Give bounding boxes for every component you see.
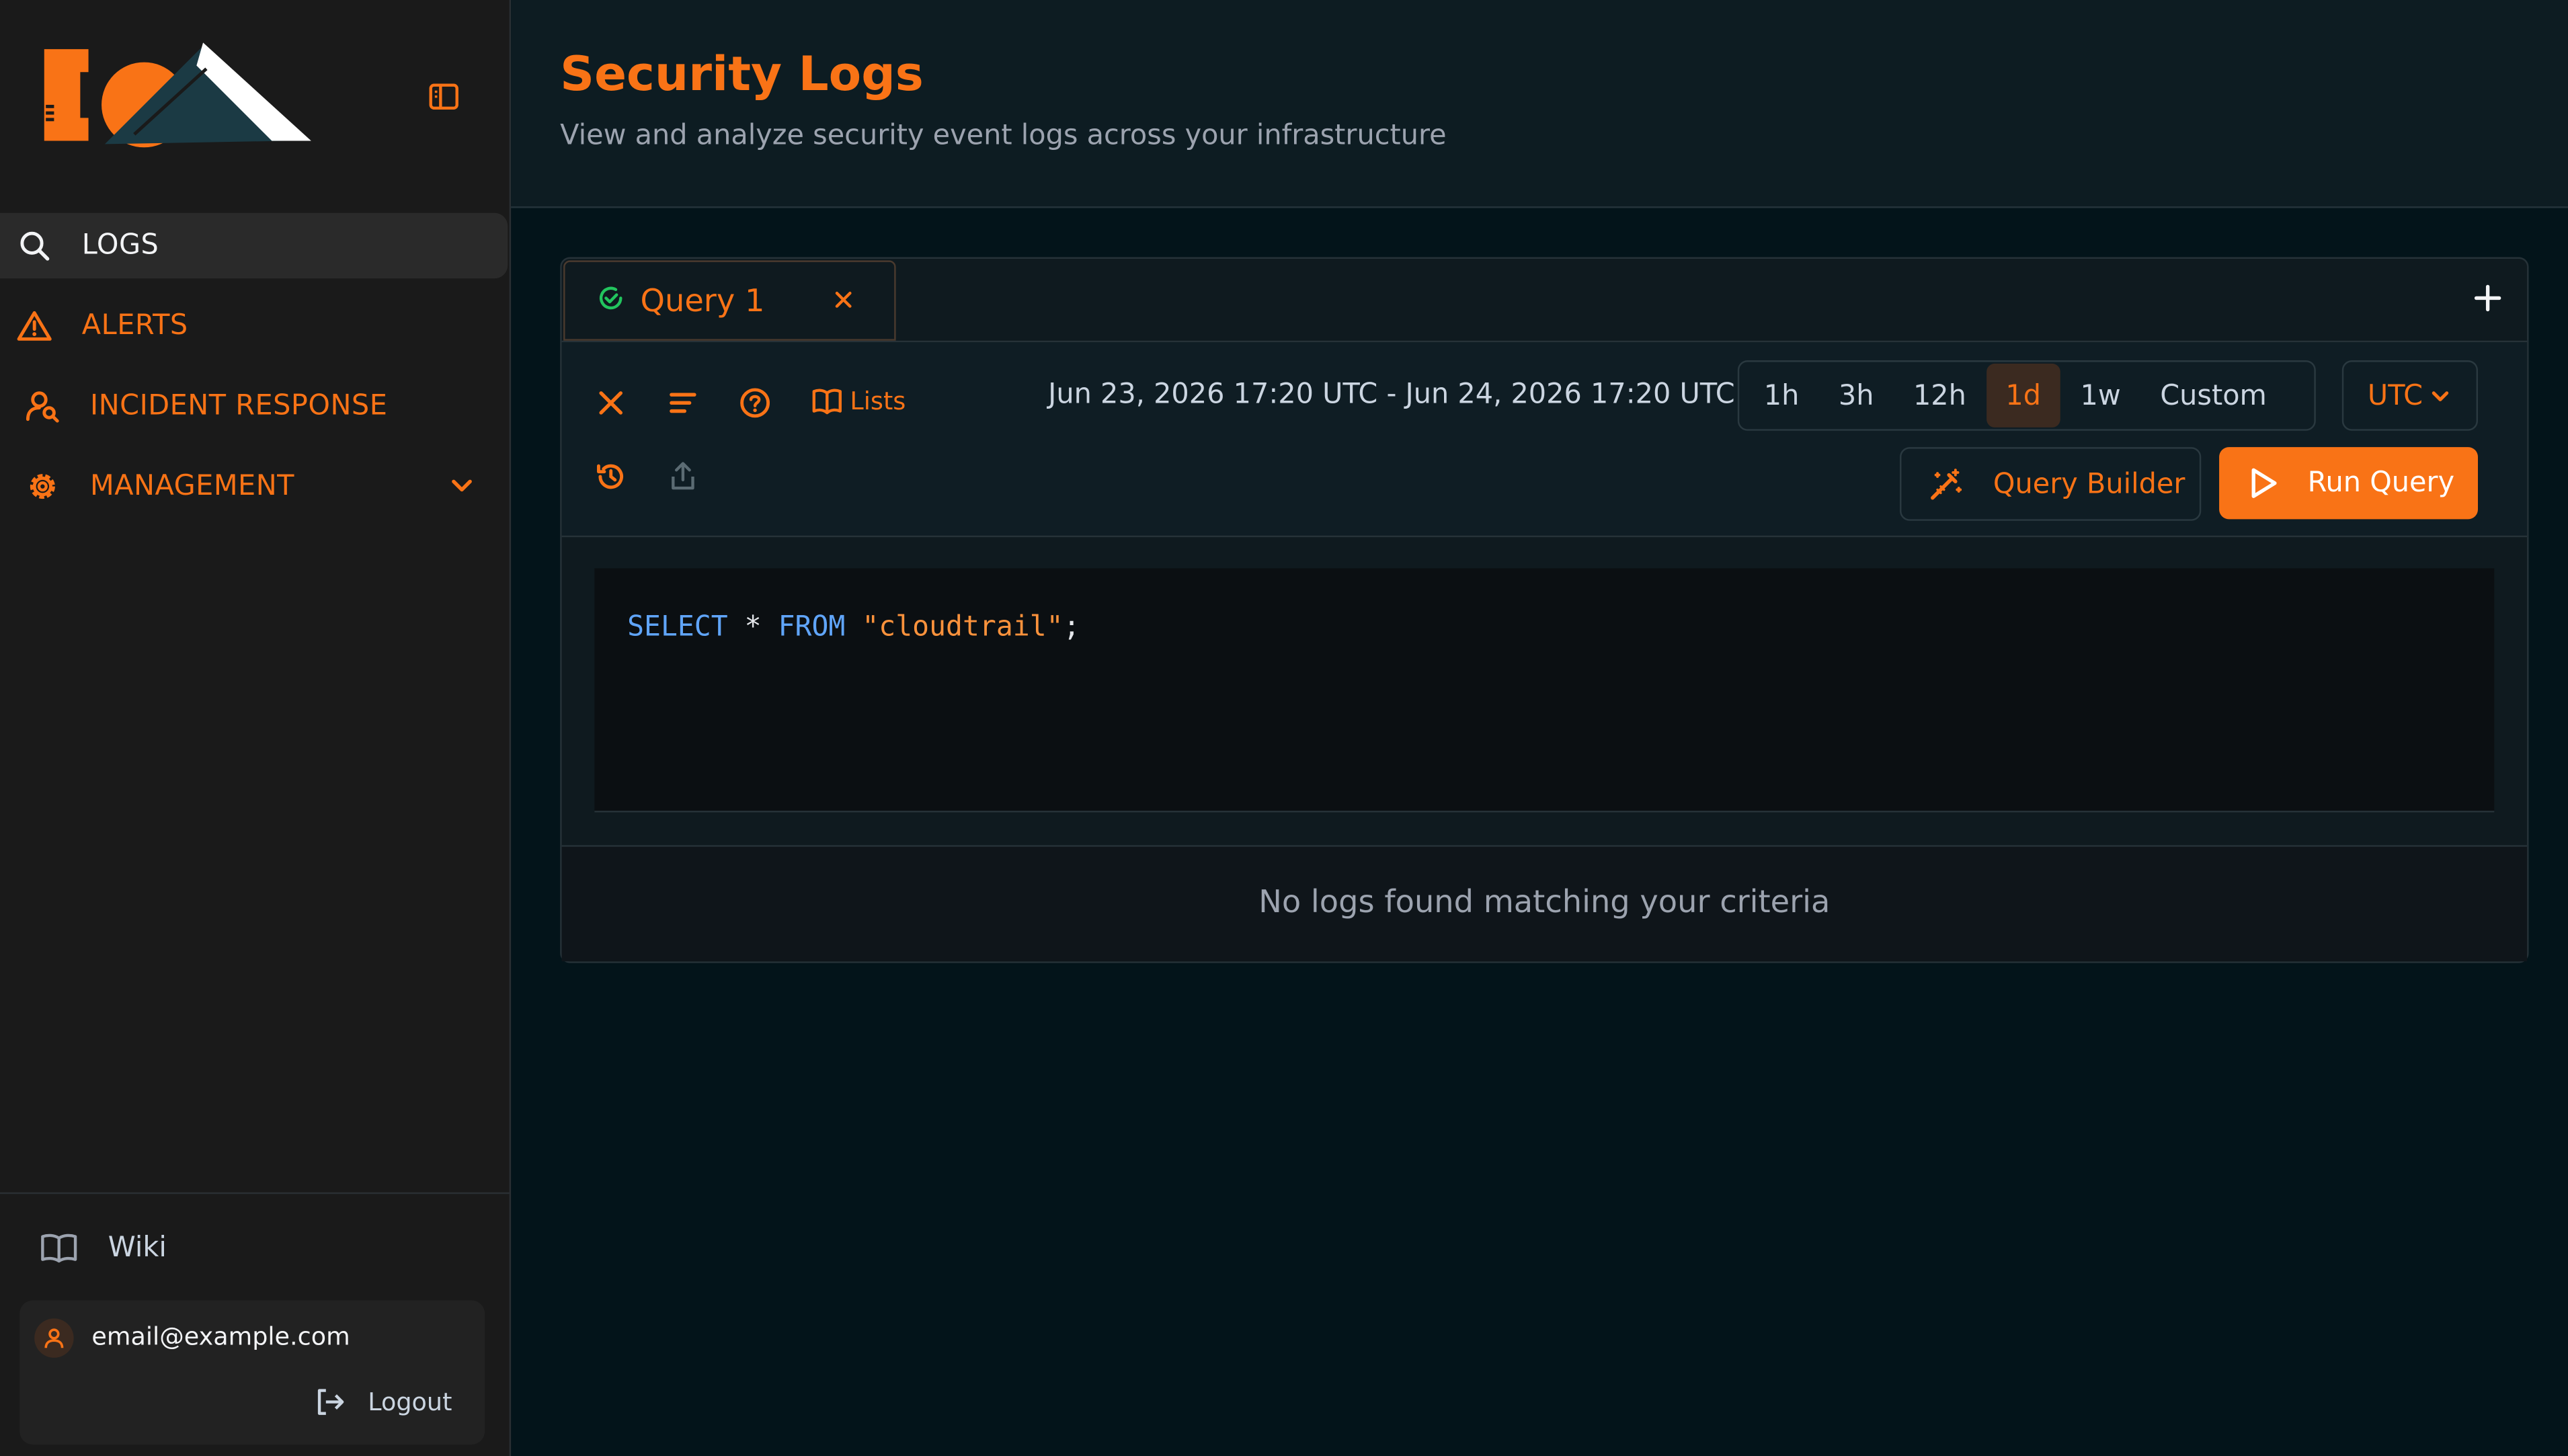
sql-keyword: FROM <box>778 610 846 644</box>
share-icon <box>672 462 694 490</box>
range-1h-button[interactable]: 1h <box>1744 364 1819 428</box>
help-button[interactable] <box>737 385 773 421</box>
book-open-icon <box>39 1230 78 1266</box>
share-button[interactable] <box>665 458 701 495</box>
timezone-value: UTC <box>2367 379 2423 412</box>
sidebar-item-management[interactable]: MANAGEMENT <box>0 454 510 519</box>
sidebar-item-label: MANAGEMENT <box>89 470 294 503</box>
sidebar-item-incident-response[interactable]: INCIDENT RESPONSE <box>0 374 510 439</box>
sidebar-nav: LOGS ALERTS INCIDENT RESPONSE MANAGEMENT <box>0 212 510 534</box>
query-editor[interactable]: SELECT * FROM "cloudtrail"; <box>594 568 2495 813</box>
chevron-down-icon[interactable] <box>444 469 480 505</box>
sidebar-footer: Wiki email@example.com Logout <box>0 1192 510 1445</box>
page-title: Security Logs <box>560 46 924 102</box>
tab-query-1[interactable]: Query 1 <box>563 260 896 341</box>
sidebar-item-logs[interactable]: LOGS <box>0 212 508 279</box>
query-toolbar: Lists Jun 23, 2026 17:20 UTC - Jun 24, 2… <box>561 342 2528 538</box>
history-button[interactable] <box>593 458 629 495</box>
book-open-icon <box>812 389 842 415</box>
close-icon[interactable] <box>829 285 858 315</box>
sql-string: "cloudtrail" <box>862 610 1064 644</box>
chevron-down-icon <box>2432 391 2449 401</box>
history-icon <box>597 464 623 489</box>
format-query-button[interactable] <box>665 385 701 421</box>
user-search-icon <box>25 388 61 424</box>
align-left-icon <box>670 393 696 413</box>
timezone-select[interactable]: UTC <box>2341 360 2479 431</box>
query-tabbar: Query 1 <box>561 259 2528 343</box>
query-builder-label: Query Builder <box>1993 467 2185 501</box>
panel-left-icon <box>429 83 458 110</box>
logout-label: Logout <box>368 1387 452 1417</box>
range-3h-button[interactable]: 3h <box>1819 364 1894 428</box>
tab-label: Query 1 <box>640 282 765 319</box>
alert-triangle-icon <box>16 308 52 344</box>
sidebar-toggle-button[interactable] <box>426 79 462 115</box>
query-panel: Query 1 Lists Jun 23, 2026 17:20 UTC - J… <box>560 257 2529 963</box>
sidebar-item-label: LOGS <box>81 229 159 262</box>
check-circle-icon <box>598 284 624 317</box>
query-builder-button[interactable]: Query Builder <box>1900 447 2202 521</box>
wiki-label: Wiki <box>108 1231 167 1264</box>
empty-state-message: No logs found matching your criteria <box>1258 884 1831 921</box>
lists-button[interactable]: Lists <box>811 387 906 416</box>
run-query-label: Run Query <box>2307 467 2455 500</box>
sql-operator: * <box>744 610 762 644</box>
sql-punctuation: ; <box>1063 610 1080 644</box>
query-code: SELECT * FROM "cloudtrail"; <box>627 611 1080 644</box>
sidebar-item-label: ALERTS <box>81 309 188 343</box>
time-range-selector: 1h 3h 12h 1d 1w Custom <box>1737 360 2316 431</box>
magic-wand-icon <box>1931 468 1962 499</box>
add-tab-button[interactable] <box>2471 282 2504 315</box>
results-panel: No logs found matching your criteria <box>561 845 2528 962</box>
play-icon <box>2251 468 2277 498</box>
run-query-button[interactable]: Run Query <box>2219 447 2479 520</box>
logout-icon <box>317 1389 344 1415</box>
search-icon <box>16 228 52 264</box>
x-icon <box>599 391 623 415</box>
wiki-link[interactable]: Wiki <box>39 1230 167 1266</box>
range-12h-button[interactable]: 12h <box>1894 364 1986 428</box>
avatar <box>34 1318 74 1358</box>
plus-icon <box>2474 284 2501 312</box>
help-circle-icon <box>740 388 770 418</box>
user-icon <box>44 1328 64 1348</box>
sidebar: LOGS ALERTS INCIDENT RESPONSE MANAGEMENT <box>0 0 512 1456</box>
sidebar-item-alerts[interactable]: ALERTS <box>0 293 510 358</box>
sql-keyword: SELECT <box>627 610 728 644</box>
page-header: Security Logs View and analyze security … <box>511 0 2568 208</box>
user-email: email@example.com <box>91 1322 350 1352</box>
lists-label: Lists <box>850 387 906 416</box>
gear-icon <box>25 469 61 505</box>
range-1d-button[interactable]: 1d <box>1986 363 2061 428</box>
clear-query-button[interactable] <box>593 385 629 421</box>
date-range-display: Jun 23, 2026 17:20 UTC - Jun 24, 2026 17… <box>1048 378 1735 411</box>
page-subtitle: View and analyze security event logs acr… <box>560 119 1447 153</box>
app-logo[interactable] <box>39 36 317 151</box>
user-card: email@example.com Logout <box>19 1300 485 1445</box>
logout-button[interactable]: Logout <box>312 1385 452 1418</box>
range-custom-button[interactable]: Custom <box>2140 364 2286 428</box>
sidebar-item-label: INCIDENT RESPONSE <box>89 389 388 423</box>
range-1w-button[interactable]: 1w <box>2060 364 2140 428</box>
